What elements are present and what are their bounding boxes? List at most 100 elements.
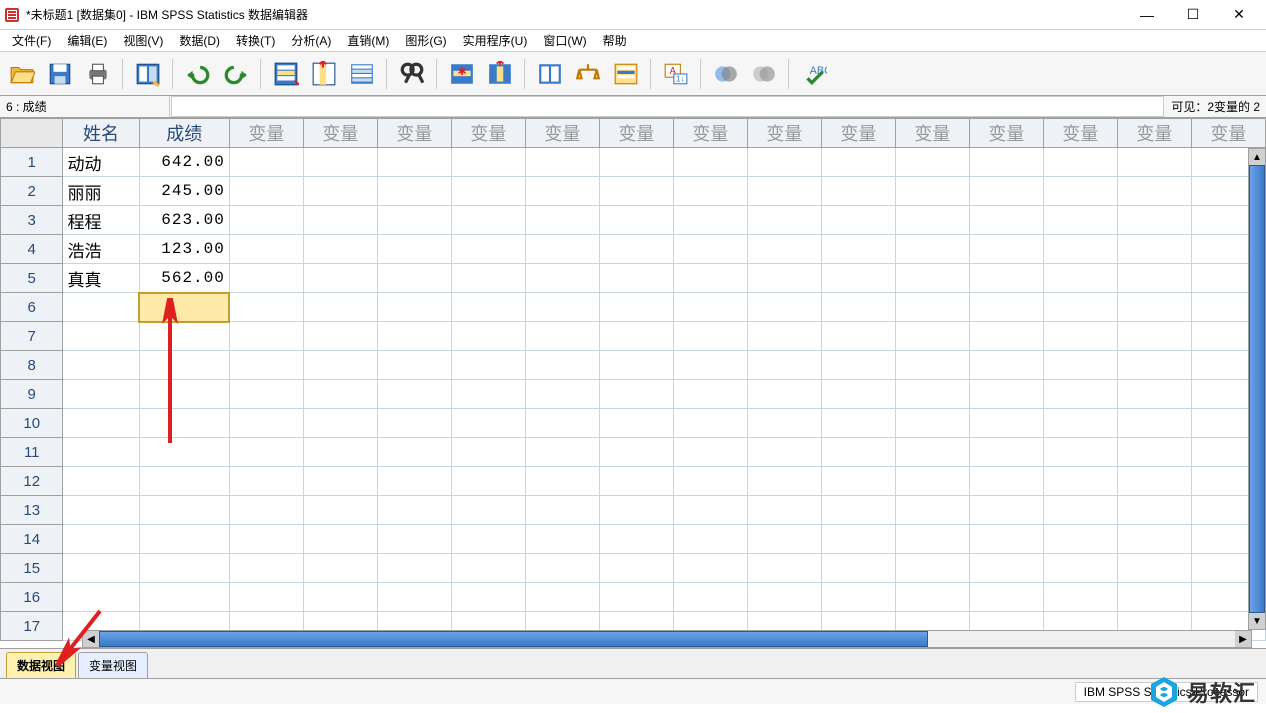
cell[interactable] [229, 322, 303, 351]
cell[interactable] [821, 351, 895, 380]
cell[interactable] [599, 380, 673, 409]
cell[interactable]: 123.00 [139, 235, 229, 264]
scroll-track[interactable] [99, 631, 1235, 647]
cell[interactable] [1117, 409, 1191, 438]
cell[interactable] [451, 496, 525, 525]
menu-窗口(W)[interactable]: 窗口(W) [535, 30, 594, 51]
save-button[interactable] [44, 58, 76, 90]
maximize-button[interactable]: ☐ [1170, 0, 1216, 30]
cell[interactable] [1117, 467, 1191, 496]
cell[interactable] [377, 380, 451, 409]
cell[interactable] [895, 554, 969, 583]
row-header[interactable]: 13 [1, 496, 63, 525]
cell[interactable] [599, 264, 673, 293]
scroll-down-arrow[interactable]: ▼ [1249, 613, 1265, 629]
row-header[interactable]: 17 [1, 612, 63, 641]
cell[interactable] [377, 235, 451, 264]
cell[interactable] [139, 438, 229, 467]
cell[interactable] [303, 525, 377, 554]
cell[interactable] [599, 496, 673, 525]
column-header-empty[interactable]: 变量 [1117, 119, 1191, 148]
cell[interactable] [747, 177, 821, 206]
cell[interactable] [451, 322, 525, 351]
cell[interactable] [673, 409, 747, 438]
cell[interactable] [451, 583, 525, 612]
cell[interactable] [229, 206, 303, 235]
cell[interactable] [229, 467, 303, 496]
menu-分析(A)[interactable]: 分析(A) [283, 30, 339, 51]
cell[interactable] [599, 554, 673, 583]
cell[interactable] [1043, 496, 1117, 525]
row-header[interactable]: 15 [1, 554, 63, 583]
cell[interactable] [139, 583, 229, 612]
cell[interactable] [895, 409, 969, 438]
insert-var-button[interactable]: ✱ [484, 58, 516, 90]
row-header[interactable]: 11 [1, 438, 63, 467]
cell[interactable] [1117, 293, 1191, 322]
open-button[interactable] [6, 58, 38, 90]
column-header-成绩[interactable]: 成绩 [139, 119, 229, 148]
cell[interactable] [895, 438, 969, 467]
column-header-empty[interactable]: 变量 [303, 119, 377, 148]
cell[interactable] [969, 235, 1043, 264]
cell[interactable] [63, 351, 139, 380]
cell[interactable] [969, 438, 1043, 467]
cell[interactable] [821, 322, 895, 351]
cell[interactable] [63, 380, 139, 409]
cell[interactable] [451, 206, 525, 235]
goto-var-button[interactable] [308, 58, 340, 90]
cell[interactable] [1117, 148, 1191, 177]
column-header-empty[interactable]: 变量 [229, 119, 303, 148]
row-header[interactable]: 7 [1, 322, 63, 351]
cell[interactable] [747, 351, 821, 380]
cell[interactable] [969, 409, 1043, 438]
cell[interactable] [895, 293, 969, 322]
horizontal-scrollbar[interactable]: ◀ ▶ [82, 630, 1252, 648]
cell[interactable] [451, 554, 525, 583]
cell[interactable] [1043, 322, 1117, 351]
variables-button[interactable] [346, 58, 378, 90]
cell[interactable] [895, 322, 969, 351]
find-button[interactable] [396, 58, 428, 90]
column-header-empty[interactable]: 变量 [673, 119, 747, 148]
cell[interactable] [1117, 351, 1191, 380]
cell[interactable] [599, 322, 673, 351]
cell[interactable] [673, 322, 747, 351]
cell[interactable] [63, 467, 139, 496]
cell[interactable] [229, 409, 303, 438]
cell[interactable] [63, 293, 139, 322]
cell[interactable] [451, 177, 525, 206]
cell[interactable] [451, 235, 525, 264]
cell[interactable] [139, 293, 229, 322]
cell[interactable] [377, 583, 451, 612]
column-header-empty[interactable]: 变量 [525, 119, 599, 148]
cell[interactable]: 动动 [63, 148, 139, 177]
cell[interactable] [599, 293, 673, 322]
menu-文件(F)[interactable]: 文件(F) [4, 30, 59, 51]
data-grid[interactable]: 姓名成绩变量变量变量变量变量变量变量变量变量变量变量变量变量变量1动动642.0… [0, 118, 1266, 641]
cell[interactable] [969, 525, 1043, 554]
cell[interactable] [525, 148, 599, 177]
vertical-scrollbar[interactable]: ▲ ▼ [1248, 148, 1266, 630]
cell[interactable] [63, 438, 139, 467]
cell[interactable] [599, 235, 673, 264]
cell[interactable] [229, 235, 303, 264]
cell[interactable] [139, 380, 229, 409]
cell[interactable]: 程程 [63, 206, 139, 235]
menu-转换(T)[interactable]: 转换(T) [228, 30, 283, 51]
cell[interactable] [599, 467, 673, 496]
cell[interactable] [747, 206, 821, 235]
cell[interactable] [1117, 554, 1191, 583]
cell[interactable] [229, 496, 303, 525]
cell[interactable] [673, 235, 747, 264]
cell[interactable] [525, 525, 599, 554]
cell[interactable]: 245.00 [139, 177, 229, 206]
sets-gray-button[interactable] [748, 58, 780, 90]
cell[interactable] [821, 583, 895, 612]
cell[interactable] [747, 525, 821, 554]
cell[interactable] [229, 264, 303, 293]
cell[interactable] [303, 554, 377, 583]
cell[interactable] [969, 206, 1043, 235]
cell[interactable] [821, 177, 895, 206]
cell[interactable] [1043, 206, 1117, 235]
